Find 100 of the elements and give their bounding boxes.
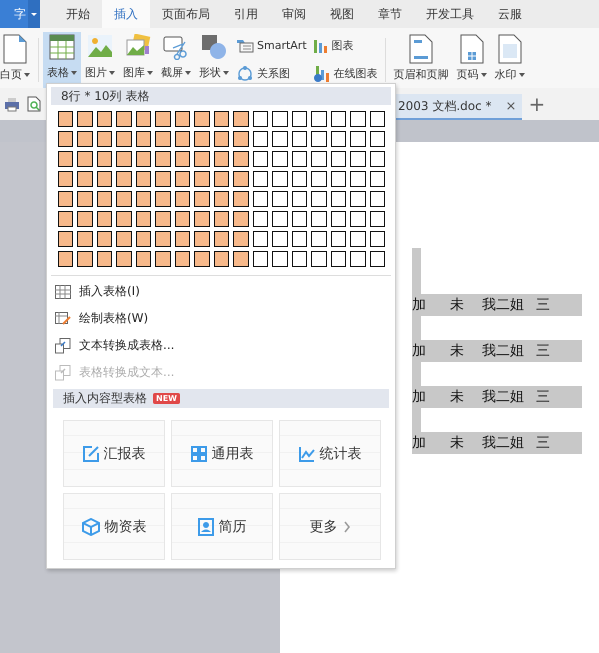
ribbon-button[interactable]: SmartArt xyxy=(236,38,307,54)
grid-cell[interactable] xyxy=(58,171,74,187)
grid-cell[interactable] xyxy=(194,211,210,227)
grid-cell[interactable] xyxy=(350,111,366,127)
grid-cell[interactable] xyxy=(272,131,288,147)
grid-cell[interactable] xyxy=(174,191,190,207)
grid-cell[interactable] xyxy=(194,111,210,127)
grid-cell[interactable] xyxy=(194,251,210,267)
grid-cell[interactable] xyxy=(194,131,210,147)
grid-cell[interactable] xyxy=(58,111,74,127)
grid-cell[interactable] xyxy=(252,111,268,127)
grid-cell[interactable] xyxy=(174,171,190,187)
ribbon-tab[interactable]: 云服 xyxy=(486,0,534,28)
grid-cell[interactable] xyxy=(330,191,346,207)
grid-cell[interactable] xyxy=(174,151,190,167)
grid-cell[interactable] xyxy=(58,191,74,207)
grid-cell[interactable] xyxy=(370,171,385,187)
grid-cell[interactable] xyxy=(174,231,190,247)
grid-cell[interactable] xyxy=(370,211,385,227)
grid-cell[interactable] xyxy=(77,111,93,127)
grid-cell[interactable] xyxy=(292,231,308,247)
grid-cell[interactable] xyxy=(311,111,327,127)
caret-icon[interactable] xyxy=(480,72,487,76)
grid-cell[interactable] xyxy=(350,131,366,147)
grid-cell[interactable] xyxy=(311,231,327,247)
grid-cell[interactable] xyxy=(136,131,152,147)
ribbon-tab[interactable]: 开始 xyxy=(54,0,102,28)
ribbon-button[interactable]: 截屏 xyxy=(157,32,195,88)
grid-cell[interactable] xyxy=(272,111,288,127)
caret-icon[interactable] xyxy=(185,70,191,74)
grid-cell[interactable] xyxy=(252,151,268,167)
grid-cell[interactable] xyxy=(58,251,74,267)
grid-cell[interactable] xyxy=(136,191,152,207)
grid-cell[interactable] xyxy=(214,211,230,227)
print-preview-icon[interactable] xyxy=(26,96,42,112)
ribbon-tab[interactable]: 页面布局 xyxy=(150,0,222,28)
grid-cell[interactable] xyxy=(350,171,366,187)
grid-cell[interactable] xyxy=(155,251,171,267)
grid-cell[interactable] xyxy=(77,211,93,227)
menu-item[interactable]: 插入表格(I) xyxy=(47,278,395,305)
grid-cell[interactable] xyxy=(292,151,308,167)
grid-cell[interactable] xyxy=(330,171,346,187)
caret-icon[interactable] xyxy=(518,72,525,76)
grid-cell[interactable] xyxy=(214,191,230,207)
grid-cell[interactable] xyxy=(370,131,385,147)
grid-cell[interactable] xyxy=(77,251,93,267)
grid-cell[interactable] xyxy=(96,131,112,147)
grid-cell[interactable] xyxy=(350,211,366,227)
ribbon-button[interactable]: 表格 xyxy=(43,32,81,88)
grid-cell[interactable] xyxy=(330,111,346,127)
grid-cell[interactable] xyxy=(136,111,152,127)
grid-cell[interactable] xyxy=(96,191,112,207)
grid-cell[interactable] xyxy=(155,111,171,127)
grid-cell[interactable] xyxy=(136,211,152,227)
grid-cell[interactable] xyxy=(214,171,230,187)
grid-cell[interactable] xyxy=(214,131,230,147)
ribbon-button[interactable]: 水印 xyxy=(490,32,529,88)
grid-cell[interactable] xyxy=(272,211,288,227)
ribbon-button[interactable]: 图库 xyxy=(119,32,157,88)
ribbon-tab[interactable]: 审阅 xyxy=(270,0,318,28)
grid-cell[interactable] xyxy=(272,231,288,247)
grid-cell[interactable] xyxy=(330,151,346,167)
grid-cell[interactable] xyxy=(174,111,190,127)
menu-item[interactable]: 文本转换成表格... xyxy=(47,332,395,359)
grid-cell[interactable] xyxy=(58,231,74,247)
grid-cell[interactable] xyxy=(370,151,385,167)
grid-cell[interactable] xyxy=(292,171,308,187)
ribbon-button[interactable]: 白页 xyxy=(0,32,34,88)
grid-cell[interactable] xyxy=(77,131,93,147)
grid-cell[interactable] xyxy=(233,231,249,247)
grid-cell[interactable] xyxy=(174,251,190,267)
grid-cell[interactable] xyxy=(214,231,230,247)
grid-cell[interactable] xyxy=(350,251,366,267)
grid-cell[interactable] xyxy=(272,171,288,187)
grid-cell[interactable] xyxy=(252,211,268,227)
grid-cell[interactable] xyxy=(58,151,74,167)
grid-cell[interactable] xyxy=(136,151,152,167)
grid-cell[interactable] xyxy=(96,211,112,227)
grid-cell[interactable] xyxy=(58,131,74,147)
grid-cell[interactable] xyxy=(194,171,210,187)
grid-cell[interactable] xyxy=(233,251,249,267)
grid-cell[interactable] xyxy=(252,191,268,207)
grid-cell[interactable] xyxy=(116,151,132,167)
grid-cell[interactable] xyxy=(252,131,268,147)
grid-cell[interactable] xyxy=(155,231,171,247)
grid-cell[interactable] xyxy=(370,251,385,267)
grid-cell[interactable] xyxy=(272,191,288,207)
template-card[interactable]: 物资表 xyxy=(63,493,165,560)
template-card[interactable]: 通用表 xyxy=(171,420,273,487)
document-tab[interactable]: 2003 文档.doc * × xyxy=(396,94,522,120)
grid-cell[interactable] xyxy=(136,171,152,187)
grid-cell[interactable] xyxy=(292,191,308,207)
ribbon-button[interactable]: 关系图 xyxy=(236,64,307,82)
template-card[interactable]: 简历 xyxy=(171,493,273,560)
grid-cell[interactable] xyxy=(136,251,152,267)
grid-cell[interactable] xyxy=(311,151,327,167)
grid-cell[interactable] xyxy=(116,171,132,187)
grid-cell[interactable] xyxy=(77,191,93,207)
grid-cell[interactable] xyxy=(311,251,327,267)
grid-cell[interactable] xyxy=(155,191,171,207)
